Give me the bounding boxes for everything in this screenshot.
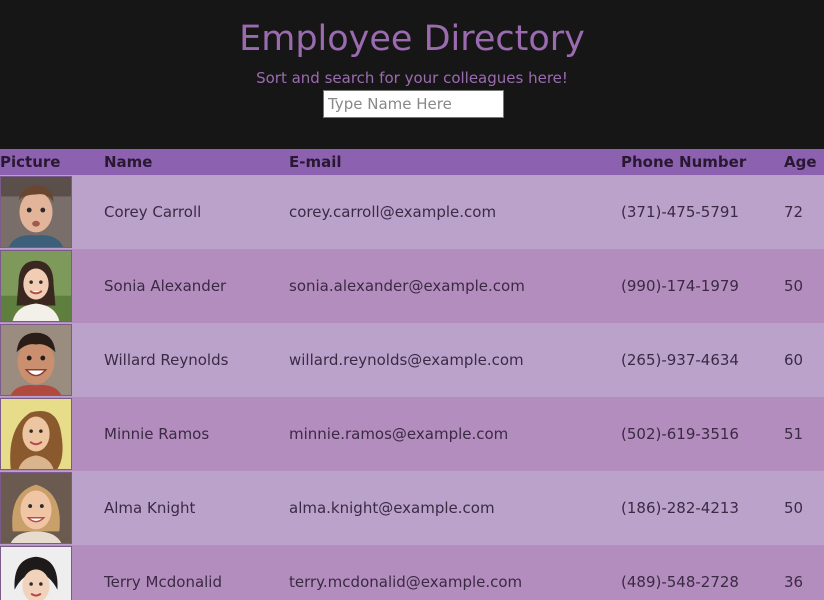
cell-phone: (186)-282-4213 [621,499,739,517]
cell-email: alma.knight@example.com [289,499,495,517]
table-row: Sonia Alexander sonia.alexander@example.… [0,249,824,323]
table-row: Alma Knight alma.knight@example.com (186… [0,471,824,545]
cell-age: 60 [784,351,804,369]
avatar [0,176,72,248]
page-title: Employee Directory [239,19,585,59]
cell-age: 72 [784,203,804,221]
avatar [0,398,72,470]
column-header-picture[interactable]: Picture [0,149,104,175]
cell-phone: (990)-174-1979 [621,277,739,295]
table-row: Willard Reynolds willard.reynolds@exampl… [0,323,824,397]
cell-email: corey.carroll@example.com [289,203,497,221]
cell-age: 50 [784,277,804,295]
cell-email: terry.mcdonalid@example.com [289,573,523,591]
avatar [0,546,72,600]
search-input[interactable] [323,90,504,118]
table-header-row: Picture Name E-mail Phone Number Age [0,149,824,175]
cell-email: minnie.ramos@example.com [289,425,509,443]
table-row: Terry Mcdonalid terry.mcdonalid@example.… [0,545,824,600]
cell-email: sonia.alexander@example.com [289,277,525,295]
cell-age: 50 [784,499,804,517]
cell-name: Minnie Ramos [104,425,210,443]
column-header-email[interactable]: E-mail [289,149,621,175]
cell-name: Corey Carroll [104,203,202,221]
table-row: Minnie Ramos minnie.ramos@example.com (5… [0,397,824,471]
cell-phone: (489)-548-2728 [621,573,739,591]
column-header-age[interactable]: Age [784,149,824,175]
column-header-phone[interactable]: Phone Number [621,149,784,175]
cell-phone: (502)-619-3516 [621,425,739,443]
avatar [0,250,72,322]
table-row: Corey Carroll corey.carroll@example.com … [0,175,824,249]
cell-age: 36 [784,573,804,591]
column-header-name[interactable]: Name [104,149,289,175]
cell-name: Sonia Alexander [104,277,227,295]
cell-name: Willard Reynolds [104,351,229,369]
cell-email: willard.reynolds@example.com [289,351,524,369]
avatar [0,472,72,544]
avatar [0,324,72,396]
employee-table: Picture Name E-mail Phone Number Age Cor… [0,149,824,600]
cell-name: Alma Knight [104,499,196,517]
cell-phone: (265)-937-4634 [621,351,739,369]
page-header: Employee Directory Sort and search for y… [0,0,824,149]
cell-phone: (371)-475-5791 [621,203,739,221]
cell-age: 51 [784,425,804,443]
cell-name: Terry Mcdonalid [104,573,223,591]
page-subtitle: Sort and search for your colleagues here… [256,69,568,87]
